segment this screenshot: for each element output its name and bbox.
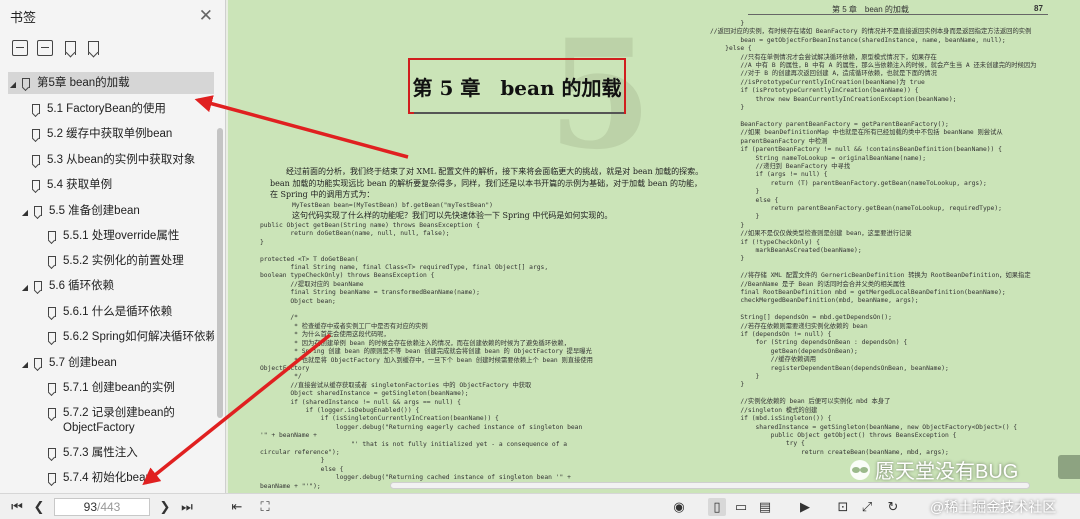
scrollbar-thumb[interactable] bbox=[217, 128, 223, 418]
toc-item-5-1[interactable]: 5.1 FactoryBean的使用 bbox=[28, 102, 214, 117]
rotate-icon[interactable]: ↻ bbox=[884, 498, 902, 516]
bookmark-icon bbox=[34, 358, 42, 368]
bookmark-icon bbox=[32, 129, 40, 139]
sidebar-scrollbar[interactable] bbox=[216, 68, 224, 488]
first-page-icon[interactable]: ⏮ bbox=[6, 499, 28, 515]
sidebar-toolbar bbox=[0, 32, 225, 64]
prev-page-icon[interactable]: ❮ bbox=[28, 499, 50, 515]
sidebar-title: 书签 bbox=[10, 9, 37, 25]
bookmark-icon bbox=[34, 206, 42, 216]
question-paragraph: 这句代码实现了什么样的功能呢？我们可以先快速体验一下 Spring 中代码是如何… bbox=[292, 211, 613, 220]
toc-item-5-5[interactable]: ◢ 5.5 准备创建bean bbox=[20, 204, 214, 220]
page-number-input[interactable]: 93 /443 bbox=[54, 497, 150, 516]
bookmark-icon[interactable] bbox=[88, 41, 99, 55]
toc-item-label: 5.6.2 Spring如何解决循环依赖 bbox=[63, 331, 214, 343]
next-page-icon[interactable]: ❯ bbox=[154, 499, 176, 515]
toc-item-label: 5.6 循环依赖 bbox=[49, 280, 115, 292]
toc-item-label: 5.4 获取单例 bbox=[47, 179, 113, 191]
toc-item-label: 5.3 从bean的实例中获取对象 bbox=[47, 154, 196, 166]
expand-all-icon[interactable] bbox=[12, 40, 28, 56]
toc-item-5-7-3[interactable]: 5.7.3 属性注入 bbox=[44, 446, 214, 461]
toc-item-5-6-1[interactable]: 5.6.1 什么是循环依赖 bbox=[44, 305, 214, 320]
chapter-title: 第 5 章 bean 的加载 bbox=[408, 58, 626, 114]
toc-item-label: 5.7.1 创建bean的实例 bbox=[63, 382, 175, 394]
double-page-icon[interactable]: ▭ bbox=[732, 498, 750, 516]
side-button[interactable] bbox=[1058, 455, 1080, 479]
horizontal-scrollbar[interactable] bbox=[390, 482, 1030, 489]
code-block-right: } //返回对应的实例，有时候存在诸如 BeanFactory 的情况并不是直接… bbox=[710, 20, 1037, 456]
fullscreen-icon[interactable]: ⛶ bbox=[256, 498, 274, 516]
juejin-watermark: @稀土掘金技术社区 bbox=[930, 499, 1057, 515]
wechat-watermark: 愿天堂没有BUG bbox=[850, 455, 1018, 484]
bookmark-sidebar: 书签 ✕ ◢ 第5章 bean的加载 5.1 FactoryBean的使用 5.… bbox=[0, 0, 226, 519]
exit-icon[interactable]: ⇤ bbox=[228, 498, 246, 516]
continuous-page-icon[interactable]: ▤ bbox=[756, 498, 774, 516]
bookmark-icon bbox=[48, 256, 56, 266]
toc-item-5-7[interactable]: ◢ 5.7 创建bean bbox=[20, 356, 214, 372]
last-page-icon[interactable]: ⏭ bbox=[176, 499, 198, 515]
toc-item-label: 5.7.4 初始化bean bbox=[63, 472, 152, 484]
play-icon[interactable]: ▶ bbox=[796, 498, 814, 516]
single-page-icon[interactable]: ▯ bbox=[708, 498, 726, 516]
bookmark-tree: ◢ 第5章 bean的加载 5.1 FactoryBean的使用 5.2 缓存中… bbox=[0, 68, 214, 488]
eye-protection-icon[interactable]: ◉ bbox=[670, 498, 688, 516]
fit-page-icon[interactable]: ⤢ bbox=[858, 498, 876, 516]
header-rule bbox=[748, 14, 1048, 15]
expand-arrow-icon[interactable]: ◢ bbox=[8, 77, 18, 92]
toc-item-label: 5.1 FactoryBean的使用 bbox=[47, 103, 166, 115]
intro-paragraph: 经过前面的分析，我们终于结束了对 XML 配置文件的解析，接下来将会面临更大的挑… bbox=[270, 167, 704, 199]
actual-size-icon[interactable]: ⊡ bbox=[834, 498, 852, 516]
toc-item-chapter-5[interactable]: ◢ 第5章 bean的加载 bbox=[8, 72, 214, 94]
bookmark-icon bbox=[32, 155, 40, 165]
bookmark-icon bbox=[48, 408, 56, 418]
bookmark-icon bbox=[48, 448, 56, 458]
toc-item-5-7-4[interactable]: 5.7.4 初始化bean bbox=[44, 471, 214, 486]
toc-item-5-7-2[interactable]: 5.7.2 记录创建bean的ObjectFactory bbox=[44, 406, 212, 436]
expand-arrow-icon[interactable]: ◢ bbox=[20, 205, 30, 220]
toc-item-label: 5.2 缓存中获取单例bean bbox=[47, 128, 173, 140]
code-block-left: public Object getBean(String name) throw… bbox=[260, 222, 593, 490]
bookmark-icon bbox=[48, 307, 56, 317]
toc-item-5-4[interactable]: 5.4 获取单例 bbox=[28, 178, 214, 193]
collapse-all-icon[interactable] bbox=[37, 40, 53, 56]
bookmark-icon bbox=[34, 281, 42, 291]
toc-item-label: 5.7.2 记录创建bean的ObjectFactory bbox=[63, 407, 175, 434]
toc-item-5-5-1[interactable]: 5.5.1 处理override属性 bbox=[44, 229, 214, 244]
close-icon[interactable]: ✕ bbox=[199, 6, 213, 26]
page-number: 87 bbox=[1034, 4, 1043, 13]
toc-item-5-6-2[interactable]: 5.6.2 Spring如何解决循环依赖 bbox=[44, 330, 214, 345]
toc-item-5-3[interactable]: 5.3 从bean的实例中获取对象 bbox=[28, 153, 214, 168]
bookmark-icon bbox=[48, 383, 56, 393]
total-pages: /443 bbox=[97, 499, 121, 514]
toc-item-label: 5.5 准备创建bean bbox=[49, 205, 140, 217]
document-view: 第 5 章 bean 的加载 87 5 第 5 章 bean 的加载 经过前面的… bbox=[228, 0, 1080, 493]
sidebar-header: 书签 ✕ bbox=[0, 0, 225, 32]
bottom-toolbar: ⏮ ❮ 93 /443 ❯ ⏭ ⇤ ⛶ ◉ ▯ ▭ ▤ ▶ ⊡ ⤢ ↻ bbox=[0, 493, 1080, 519]
toc-item-label: 5.5.1 处理override属性 bbox=[63, 230, 180, 242]
bookmark-icon bbox=[48, 332, 56, 342]
toc-item-5-5-2[interactable]: 5.5.2 实例化的前置处理 bbox=[44, 254, 214, 269]
toc-item-label: 5.7.3 属性注入 bbox=[63, 447, 138, 459]
toc-item-5-2[interactable]: 5.2 缓存中获取单例bean bbox=[28, 127, 214, 142]
toc-item-label: 5.7 创建bean bbox=[49, 357, 117, 369]
chapter-rule bbox=[414, 112, 624, 114]
bookmark-icon bbox=[22, 78, 30, 88]
bookmark-icon bbox=[32, 104, 40, 114]
toc-item-5-6[interactable]: ◢ 5.6 循环依赖 bbox=[20, 279, 214, 295]
toc-item-5-7-1[interactable]: 5.7.1 创建bean的实例 bbox=[44, 381, 214, 396]
bookmark-icon bbox=[48, 231, 56, 241]
watermark-text: 愿天堂没有BUG bbox=[875, 461, 1019, 483]
expand-arrow-icon[interactable]: ◢ bbox=[20, 357, 30, 372]
wechat-icon bbox=[850, 459, 870, 480]
bookmark-icon bbox=[32, 180, 40, 190]
toc-item-label: 5.6.1 什么是循环依赖 bbox=[63, 306, 173, 318]
add-bookmark-icon[interactable] bbox=[65, 41, 76, 55]
expand-arrow-icon[interactable]: ◢ bbox=[20, 280, 30, 295]
toc-item-label: 5.5.2 实例化的前置处理 bbox=[63, 255, 184, 267]
bookmark-icon bbox=[48, 473, 56, 483]
current-page: 93 bbox=[83, 499, 97, 514]
toc-item-label: 第5章 bean的加载 bbox=[37, 77, 130, 89]
